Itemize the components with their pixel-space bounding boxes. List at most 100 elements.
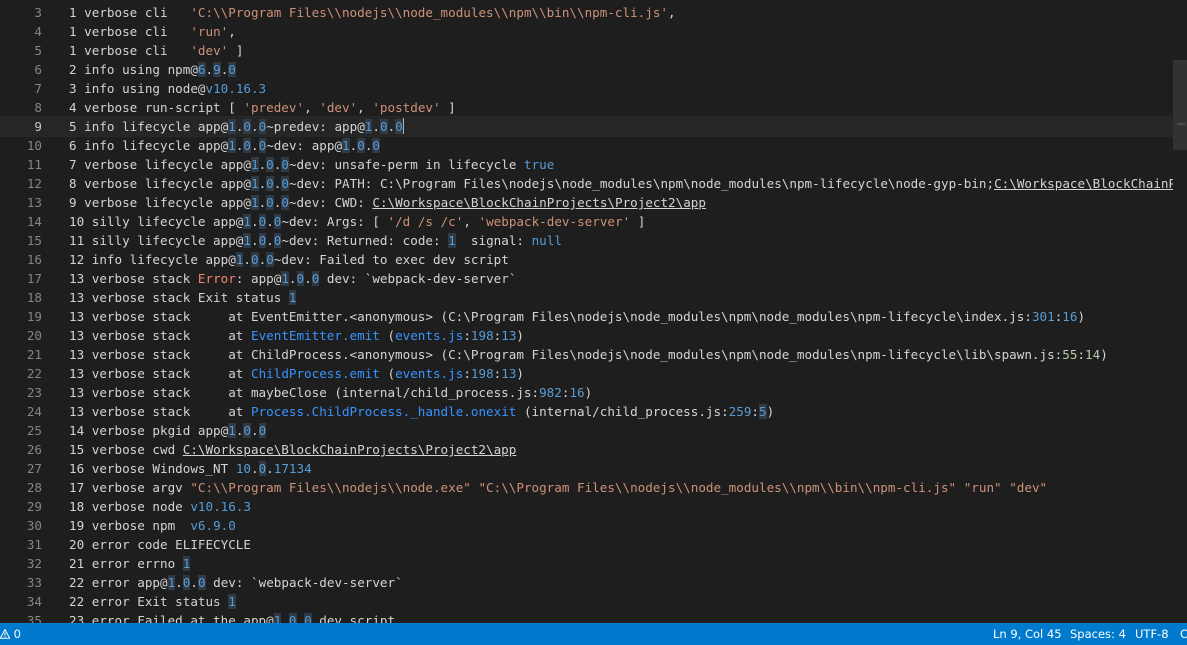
- code-line[interactable]: 5 1 verbose cli 'dev' ]: [0, 41, 1187, 60]
- code-line[interactable]: 29 18 verbose node v10.16.3: [0, 497, 1187, 516]
- line-text: 13 verbose stack at maybeClose (internal…: [69, 385, 593, 400]
- line-text: 15 verbose cwd C:\Workspace\BlockChainPr…: [69, 442, 517, 457]
- line-text: 19 verbose npm v6.9.0: [69, 518, 236, 533]
- line-number: 24: [26, 404, 42, 419]
- code-line[interactable]: 28 17 verbose argv "C:\\Program Files\\no…: [0, 478, 1187, 497]
- line-text: 13 verbose stack at EventEmitter.emit (e…: [69, 328, 525, 343]
- line-number: 34: [26, 594, 42, 609]
- code-line[interactable]: 15 11 silly lifecycle app@1.0.0~dev: Retu…: [0, 231, 1187, 250]
- line-text: 1 verbose cli 'dev' ]: [69, 43, 244, 58]
- scrollbar-thumb[interactable]: [1173, 60, 1187, 150]
- code-line[interactable]: 9 5 info lifecycle app@1.0.0~predev: app@…: [0, 116, 1187, 137]
- code-line[interactable]: 23 13 verbose stack at maybeClose (intern…: [0, 383, 1187, 402]
- line-number: 14: [26, 214, 42, 229]
- editor-area[interactable]: 3 1 verbose cli 'C:\\Program Files\\nodej…: [0, 0, 1187, 623]
- line-number: 27: [26, 461, 42, 476]
- line-number: 20: [26, 328, 42, 343]
- problems-count: 0: [13, 627, 21, 641]
- code-line[interactable]: 18 13 verbose stack Exit status 1: [0, 288, 1187, 307]
- vertical-scrollbar[interactable]: [1173, 0, 1187, 623]
- code-line[interactable]: 25 14 verbose pkgid app@1.0.0: [0, 421, 1187, 440]
- code-line[interactable]: 32 21 error errno 1: [0, 554, 1187, 573]
- line-number: 18: [26, 290, 42, 305]
- line-text: 11 silly lifecycle app@1.0.0~dev: Return…: [69, 233, 562, 248]
- code-line[interactable]: 16 12 info lifecycle app@1.0.0~dev: Faile…: [0, 250, 1187, 269]
- line-text: 1 verbose cli 'run',: [69, 24, 236, 39]
- code-line[interactable]: 8 4 verbose run-script [ 'predev', 'dev',…: [0, 98, 1187, 117]
- line-number: 17: [26, 271, 42, 286]
- line-text: 13 verbose stack Exit status 1: [69, 290, 297, 305]
- line-number: 16: [26, 252, 42, 267]
- scrollbar-marker: [1177, 123, 1185, 125]
- code-line[interactable]: 12 8 verbose lifecycle app@1.0.0~dev: PAT…: [0, 174, 1187, 193]
- line-text: 1 verbose cli 'C:\\Program Files\\nodejs…: [69, 5, 676, 20]
- line-number: 4: [34, 24, 42, 39]
- encoding-setting[interactable]: UTF-8: [1135, 623, 1169, 645]
- code-line[interactable]: 3 1 verbose cli 'C:\\Program Files\\nodej…: [0, 3, 1187, 22]
- code-line[interactable]: 17 13 verbose stack Error: app@1.0.0 dev:…: [0, 269, 1187, 288]
- line-number: 28: [26, 480, 42, 495]
- line-text: 21 error errno 1: [69, 556, 191, 571]
- line-text: 13 verbose stack at ChildProcess.<anonym…: [69, 347, 1108, 362]
- line-text: 13 verbose stack at EventEmitter.<anonym…: [69, 309, 1086, 324]
- cursor-position[interactable]: Ln 9, Col 45: [993, 623, 1062, 645]
- line-number: 6: [34, 62, 42, 77]
- line-text: 2 info using npm@6.9.0: [69, 62, 236, 77]
- line-text: 22 error app@1.0.0 dev: `webpack-dev-ser…: [69, 575, 403, 590]
- line-number: 5: [34, 43, 42, 58]
- code-line[interactable]: 13 9 verbose lifecycle app@1.0.0~dev: CWD…: [0, 193, 1187, 212]
- code-line[interactable]: 14 10 silly lifecycle app@1.0.0~dev: Args…: [0, 212, 1187, 231]
- code-line[interactable]: 11 7 verbose lifecycle app@1.0.0~dev: uns…: [0, 155, 1187, 174]
- line-text: 17 verbose argv "C:\\Program Files\\node…: [69, 480, 1048, 495]
- line-number: 11: [26, 157, 42, 172]
- line-number: 30: [26, 518, 42, 533]
- code-line[interactable]: 22 13 verbose stack at ChildProcess.emit …: [0, 364, 1187, 383]
- line-number: 10: [26, 138, 42, 153]
- line-text: 14 verbose pkgid app@1.0.0: [69, 423, 267, 438]
- indentation-setting[interactable]: Spaces: 4: [1070, 623, 1126, 645]
- problems-indicator[interactable]: 0: [0, 623, 21, 645]
- code-line[interactable]: 30 19 verbose npm v6.9.0: [0, 516, 1187, 535]
- code-line[interactable]: 21 13 verbose stack at ChildProcess.<anon…: [0, 345, 1187, 364]
- line-text: 13 verbose stack Error: app@1.0.0 dev: `…: [69, 271, 517, 286]
- code-line[interactable]: 33 22 error app@1.0.0 dev: `webpack-dev-s…: [0, 573, 1187, 592]
- line-text: 16 verbose Windows_NT 10.0.17134: [69, 461, 312, 476]
- code-line[interactable]: 26 15 verbose cwd C:\Workspace\BlockChain…: [0, 440, 1187, 459]
- code-line[interactable]: 20 13 verbose stack at EventEmitter.emit …: [0, 326, 1187, 345]
- line-number: 9: [34, 119, 42, 134]
- line-text: 7 verbose lifecycle app@1.0.0~dev: unsaf…: [69, 157, 555, 172]
- code-line[interactable]: 31 20 error code ELIFECYCLE: [0, 535, 1187, 554]
- line-number: 31: [26, 537, 42, 552]
- code-line[interactable]: 4 1 verbose cli 'run',: [0, 22, 1187, 41]
- line-text: 22 error Exit status 1: [69, 594, 236, 609]
- line-text: 3 info using node@v10.16.3: [69, 81, 267, 96]
- line-number: 13: [26, 195, 42, 210]
- line-number: 3: [34, 5, 42, 20]
- line-text: 8 verbose lifecycle app@1.0.0~dev: PATH:…: [69, 176, 1187, 191]
- line-number: 33: [26, 575, 42, 590]
- line-number: 23: [26, 385, 42, 400]
- line-text: 23 error Failed at the app@1.0.0 dev scr…: [69, 611, 403, 623]
- line-text: 10 silly lifecycle app@1.0.0~dev: Args: …: [69, 214, 646, 229]
- eol-setting[interactable]: C: [1180, 623, 1187, 645]
- line-number: 12: [26, 176, 42, 191]
- line-text: 4 verbose run-script [ 'predev', 'dev', …: [69, 100, 456, 115]
- code-line[interactable]: 6 2 info using npm@6.9.0: [0, 60, 1187, 79]
- line-number: 25: [26, 423, 42, 438]
- code-line[interactable]: 19 13 verbose stack at EventEmitter.<anon…: [0, 307, 1187, 326]
- line-number: 26: [26, 442, 42, 457]
- line-text: 13 verbose stack at Process.ChildProcess…: [69, 404, 775, 419]
- code-line[interactable]: 27 16 verbose Windows_NT 10.0.17134: [0, 459, 1187, 478]
- code-line[interactable]: 7 3 info using node@v10.16.3: [0, 79, 1187, 98]
- line-number: 7: [34, 81, 42, 96]
- line-number: 22: [26, 366, 42, 381]
- line-number: 29: [26, 499, 42, 514]
- code-line[interactable]: 35 23 error Failed at the app@1.0.0 dev s…: [0, 611, 1187, 623]
- line-text: 20 error code ELIFECYCLE: [69, 537, 251, 552]
- line-text: 5 info lifecycle app@1.0.0~predev: app@1…: [69, 118, 404, 134]
- line-number: 35: [26, 613, 42, 623]
- code-line[interactable]: 10 6 info lifecycle app@1.0.0~dev: app@1.…: [0, 136, 1187, 155]
- code-line[interactable]: 24 13 verbose stack at Process.ChildProce…: [0, 402, 1187, 421]
- code-line[interactable]: 34 22 error Exit status 1: [0, 592, 1187, 611]
- line-number: 19: [26, 309, 42, 324]
